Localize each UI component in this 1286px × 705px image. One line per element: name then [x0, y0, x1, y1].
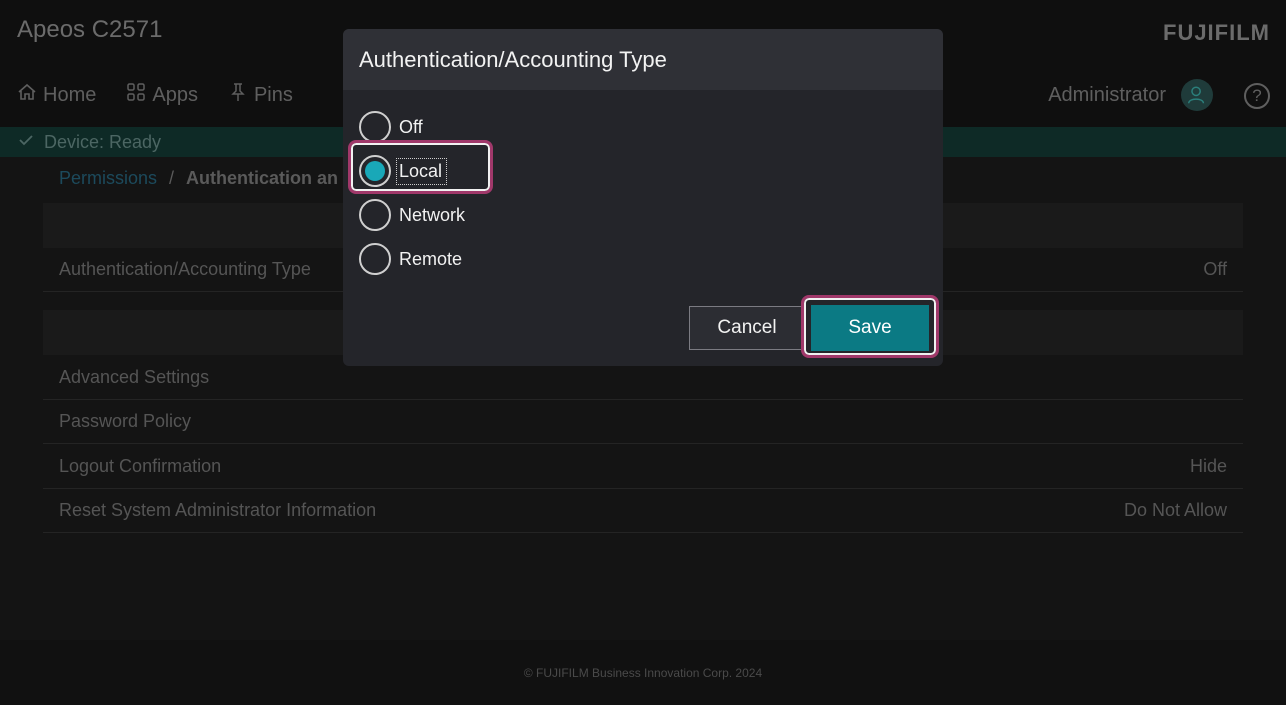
breadcrumb-current: Authentication an [186, 168, 339, 188]
radio-label: Remote [399, 248, 463, 269]
brand-logo: FUJIFILM [1163, 20, 1270, 45]
nav-pins[interactable]: Pins [228, 82, 293, 108]
radio-label: Network [399, 204, 466, 225]
radio-option-network[interactable]: Network [359, 193, 465, 237]
highlight-local-option [348, 140, 493, 194]
main-nav: Home Apps Pins [17, 82, 293, 108]
setting-value: Do Not Allow [1123, 500, 1227, 520]
setting-label: Logout Confirmation [59, 456, 222, 476]
user-name: Administrator [1048, 84, 1166, 106]
nav-home-label: Home [43, 83, 97, 106]
avatar[interactable] [1181, 79, 1213, 111]
breadcrumb: Permissions / Authentication an [59, 168, 338, 189]
setting-row-reset-admin[interactable]: Reset System Administrator Information D… [43, 489, 1243, 533]
radio-button[interactable] [359, 243, 391, 275]
setting-row-logout-confirmation[interactable]: Logout Confirmation Hide [43, 445, 1243, 489]
setting-row-password-policy[interactable]: Password Policy [43, 400, 1243, 444]
radio-button[interactable] [359, 199, 391, 231]
apps-grid-icon [126, 82, 146, 108]
home-icon [17, 82, 37, 108]
nav-pins-label: Pins [253, 83, 293, 106]
device-title: Apeos C2571 [17, 16, 163, 43]
breadcrumb-permissions[interactable]: Permissions [59, 168, 157, 189]
dialog-title: Authentication/Accounting Type [359, 46, 667, 72]
breadcrumb-separator: / [169, 168, 175, 188]
setting-label: Reset System Administrator Information [59, 500, 377, 520]
dialog-header: Authentication/Accounting Type [343, 29, 943, 90]
pin-icon [228, 82, 248, 108]
setting-label: Password Policy [59, 411, 192, 431]
footer-copyright: © FUJIFILM Business Innovation Corp. 202… [0, 640, 1286, 705]
setting-value: Off [1203, 259, 1227, 279]
nav-apps-label: Apps [152, 83, 198, 106]
radio-button[interactable] [359, 111, 391, 143]
setting-label: Authentication/Accounting Type [59, 259, 311, 279]
check-icon [18, 132, 34, 153]
nav-home[interactable]: Home [17, 82, 96, 108]
cancel-button[interactable]: Cancel [689, 306, 805, 350]
nav-apps[interactable]: Apps [126, 82, 198, 108]
help-icon[interactable]: ? [1244, 83, 1270, 109]
setting-value: Hide [1189, 456, 1227, 476]
device-status: Device: Ready [44, 131, 162, 152]
radio-option-remote[interactable]: Remote [359, 237, 465, 281]
setting-label: Advanced Settings [59, 367, 210, 387]
radio-label: Off [399, 116, 423, 137]
highlight-save-button [801, 295, 939, 358]
